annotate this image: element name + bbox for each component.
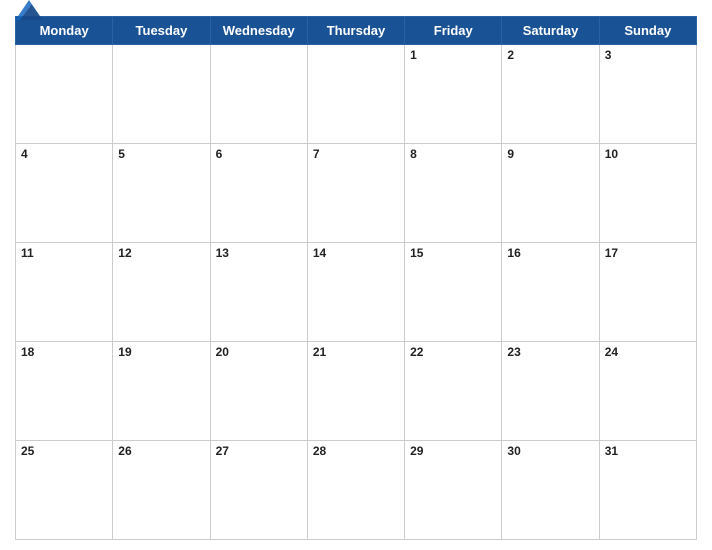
day-number: 29 — [410, 444, 423, 458]
day-number: 14 — [313, 246, 326, 260]
calendar-cell: 30 — [502, 441, 599, 540]
calendar-cell: 29 — [405, 441, 502, 540]
calendar-cell: 20 — [210, 342, 307, 441]
day-number: 25 — [21, 444, 34, 458]
day-number: 5 — [118, 147, 125, 161]
calendar-cell: 16 — [502, 243, 599, 342]
day-number: 23 — [507, 345, 520, 359]
week-row-5: 25 26 27 28 29 30 31 — [16, 441, 697, 540]
calendar-cell: 17 — [599, 243, 696, 342]
day-number: 15 — [410, 246, 423, 260]
day-number: 20 — [216, 345, 229, 359]
day-number: 30 — [507, 444, 520, 458]
calendar-cell: 24 — [599, 342, 696, 441]
week-row-2: 4 5 6 7 8 9 10 — [16, 144, 697, 243]
day-number: 6 — [216, 147, 223, 161]
day-number: 26 — [118, 444, 131, 458]
week-row-4: 18 19 20 21 22 23 24 — [16, 342, 697, 441]
calendar-cell: 12 — [113, 243, 210, 342]
day-number: 31 — [605, 444, 618, 458]
weekday-header-monday: Monday — [16, 17, 113, 45]
logo-icon — [15, 0, 43, 20]
calendar-cell — [210, 45, 307, 144]
calendar-cell: 14 — [307, 243, 404, 342]
calendar-cell: 11 — [16, 243, 113, 342]
day-number: 19 — [118, 345, 131, 359]
calendar-cell — [113, 45, 210, 144]
calendar-cell: 13 — [210, 243, 307, 342]
weekday-header-friday: Friday — [405, 17, 502, 45]
calendar-cell: 26 — [113, 441, 210, 540]
calendar-cell: 8 — [405, 144, 502, 243]
weekday-header-sunday: Sunday — [599, 17, 696, 45]
calendar-cell: 2 — [502, 45, 599, 144]
day-number: 4 — [21, 147, 28, 161]
day-number: 1 — [410, 48, 417, 62]
calendar-cell: 19 — [113, 342, 210, 441]
day-number: 8 — [410, 147, 417, 161]
day-number: 9 — [507, 147, 514, 161]
weekday-header-row: MondayTuesdayWednesdayThursdayFridaySatu… — [16, 17, 697, 45]
calendar-cell: 1 — [405, 45, 502, 144]
calendar-table: MondayTuesdayWednesdayThursdayFridaySatu… — [15, 16, 697, 540]
day-number: 11 — [21, 246, 34, 260]
day-number: 16 — [507, 246, 520, 260]
calendar-cell: 27 — [210, 441, 307, 540]
day-number: 24 — [605, 345, 618, 359]
day-number: 7 — [313, 147, 320, 161]
calendar-cell: 3 — [599, 45, 696, 144]
calendar-cell: 15 — [405, 243, 502, 342]
week-row-1: 1 2 3 — [16, 45, 697, 144]
weekday-header-tuesday: Tuesday — [113, 17, 210, 45]
calendar-cell: 22 — [405, 342, 502, 441]
logo — [15, 0, 46, 20]
calendar-cell: 7 — [307, 144, 404, 243]
day-number: 22 — [410, 345, 423, 359]
day-number: 10 — [605, 147, 618, 161]
day-number: 28 — [313, 444, 326, 458]
weekday-header-wednesday: Wednesday — [210, 17, 307, 45]
calendar-cell: 25 — [16, 441, 113, 540]
day-number: 2 — [507, 48, 514, 62]
weekday-header-saturday: Saturday — [502, 17, 599, 45]
calendar-cell: 31 — [599, 441, 696, 540]
calendar-cell — [307, 45, 404, 144]
calendar-cell — [16, 45, 113, 144]
weekday-header-thursday: Thursday — [307, 17, 404, 45]
calendar-cell: 10 — [599, 144, 696, 243]
day-number: 13 — [216, 246, 229, 260]
day-number: 17 — [605, 246, 618, 260]
calendar-cell: 9 — [502, 144, 599, 243]
day-number: 12 — [118, 246, 131, 260]
calendar-cell: 21 — [307, 342, 404, 441]
week-row-3: 11 12 13 14 15 16 17 — [16, 243, 697, 342]
day-number: 3 — [605, 48, 612, 62]
calendar-cell: 18 — [16, 342, 113, 441]
calendar-cell: 28 — [307, 441, 404, 540]
day-number: 21 — [313, 345, 326, 359]
calendar-cell: 5 — [113, 144, 210, 243]
day-number: 27 — [216, 444, 229, 458]
calendar-cell: 4 — [16, 144, 113, 243]
calendar-cell: 23 — [502, 342, 599, 441]
calendar-cell: 6 — [210, 144, 307, 243]
day-number: 18 — [21, 345, 34, 359]
